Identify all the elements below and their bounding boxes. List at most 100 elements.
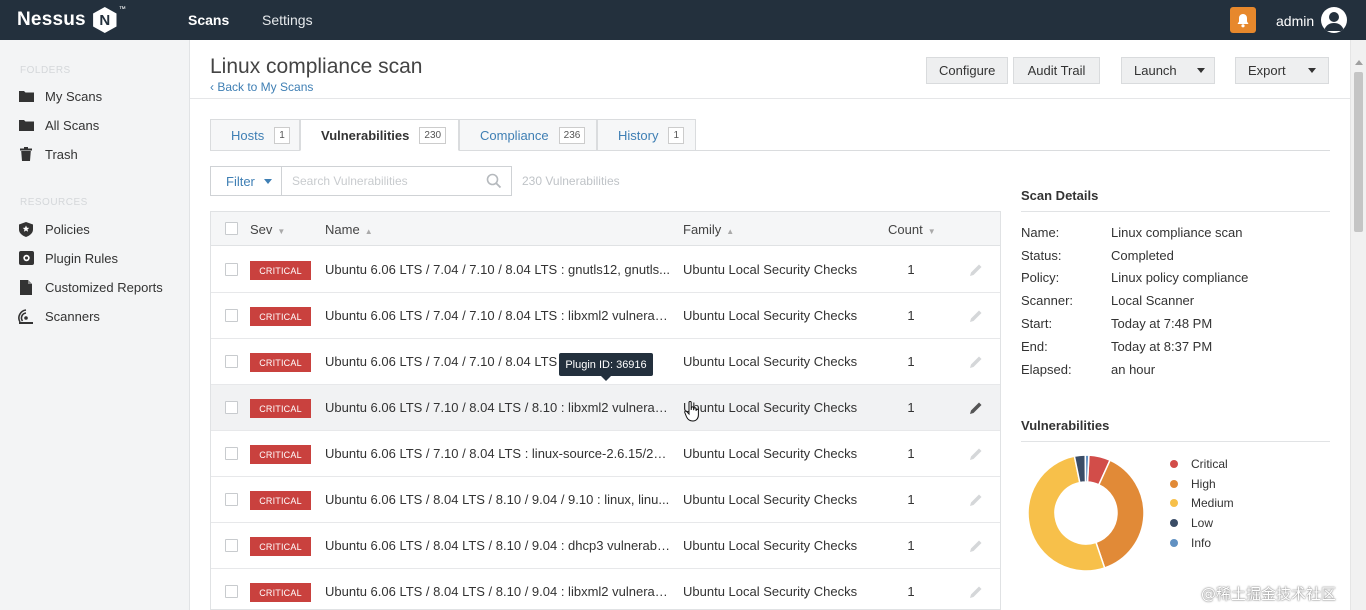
- severity-badge: CRITICAL: [250, 353, 311, 372]
- row-checkbox[interactable]: [225, 309, 238, 322]
- severity-badge: CRITICAL: [250, 261, 311, 280]
- tab-count-badge: 230: [419, 126, 447, 144]
- select-all-checkbox[interactable]: [225, 222, 238, 235]
- pencil-icon[interactable]: [968, 538, 984, 554]
- nav-scans[interactable]: Scans: [188, 12, 229, 28]
- legend-item-low[interactable]: Low: [1170, 515, 1213, 531]
- sidebar-item-all-scans[interactable]: All Scans: [18, 114, 99, 136]
- vulnerability-name[interactable]: Ubuntu 6.06 LTS / 8.04 LTS / 8.10 / 9.04…: [325, 492, 670, 507]
- row-checkbox[interactable]: [225, 401, 238, 414]
- vulnerability-count-cell: 1: [907, 308, 915, 323]
- detail-label: Status:: [1021, 248, 1062, 263]
- row-checkbox[interactable]: [225, 447, 238, 460]
- vulnerability-family: Ubuntu Local Security Checks: [683, 262, 858, 277]
- table-row[interactable]: CRITICAL Ubuntu 6.06 LTS / 7.10 / 8.04 L…: [211, 385, 1000, 431]
- audit-trail-button[interactable]: Audit Trail: [1013, 57, 1100, 84]
- trash-icon: [18, 146, 34, 162]
- table-row[interactable]: CRITICAL Ubuntu 6.06 LTS / 7.04 / 7.10 /…: [211, 293, 1000, 339]
- hand-cursor-icon: [684, 400, 702, 424]
- tab-hosts[interactable]: Hosts 1: [210, 119, 300, 151]
- row-checkbox[interactable]: [225, 585, 238, 598]
- vulnerability-name[interactable]: Ubuntu 6.06 LTS / 8.04 LTS / 8.10 / 9.04…: [325, 538, 670, 553]
- sidebar-item-plugin-rules[interactable]: Plugin Rules: [18, 247, 118, 269]
- donut-segment-info[interactable]: [1084, 454, 1090, 483]
- user-avatar-icon[interactable]: [1321, 7, 1347, 33]
- pencil-icon[interactable]: [968, 354, 984, 370]
- back-to-my-scans-link[interactable]: ‹ Back to My Scans: [210, 80, 313, 94]
- table-row[interactable]: CRITICAL Ubuntu 6.06 LTS / 7.04 / 7.10 /…: [211, 247, 1000, 293]
- header-divider: [190, 98, 1350, 99]
- donut-segment-high[interactable]: [1095, 459, 1145, 569]
- sidebar-item-customized-reports[interactable]: Customized Reports: [18, 276, 163, 298]
- notifications-bell-icon[interactable]: [1230, 7, 1256, 33]
- configure-button-label: Configure: [939, 63, 996, 78]
- detail-value-policy: Linux policy compliance: [1111, 270, 1249, 285]
- user-name[interactable]: admin: [1276, 13, 1314, 29]
- row-checkbox[interactable]: [225, 263, 238, 276]
- column-header-name[interactable]: Name ▲: [325, 222, 373, 237]
- vulnerability-name[interactable]: Ubuntu 6.06 LTS / 7.04 / 7.10 / 8.04 LTS…: [325, 262, 670, 277]
- search-icon[interactable]: [486, 173, 502, 189]
- pencil-icon[interactable]: [968, 262, 984, 278]
- scanner-icon: [18, 308, 34, 324]
- tab-history[interactable]: History 1: [597, 119, 696, 151]
- legend-item-medium[interactable]: Medium: [1170, 495, 1234, 511]
- configure-button[interactable]: Configure: [926, 57, 1009, 84]
- table-row[interactable]: CRITICAL Ubuntu 6.06 LTS / 8.04 LTS / 8.…: [211, 523, 1000, 569]
- pencil-icon[interactable]: [968, 584, 984, 600]
- row-checkbox[interactable]: [225, 493, 238, 506]
- table-row[interactable]: CRITICAL Ubuntu 6.06 LTS / 8.04 LTS / 8.…: [211, 477, 1000, 523]
- vulnerability-name[interactable]: Ubuntu 6.06 LTS / 7.04 / 7.10 / 8.04 LTS…: [325, 308, 670, 323]
- sidebar-item-policies[interactable]: Policies: [18, 218, 90, 240]
- folders-heading: FOLDERS: [20, 65, 71, 76]
- search-vulnerabilities-input[interactable]: [281, 166, 512, 196]
- column-label: Name: [325, 222, 360, 237]
- legend-item-info[interactable]: Info: [1170, 535, 1211, 551]
- pencil-icon[interactable]: [968, 446, 984, 462]
- vulnerability-name[interactable]: Ubuntu 6.06 LTS / 7.10 / 8.04 LTS / 8.10…: [325, 400, 670, 415]
- column-header-count[interactable]: Count ▼: [888, 222, 936, 237]
- vulnerability-count-cell: 1: [907, 584, 915, 599]
- pencil-icon[interactable]: [968, 492, 984, 508]
- pencil-icon[interactable]: [968, 400, 984, 416]
- vulnerabilities-table: Sev ▼ Name ▲ Family ▲ Count ▼ CRITICAL Ubunt…: [210, 211, 1001, 610]
- row-checkbox[interactable]: [225, 355, 238, 368]
- row-checkbox[interactable]: [225, 539, 238, 552]
- legend-item-critical[interactable]: Critical: [1170, 456, 1228, 472]
- detail-value-scanner: Local Scanner: [1111, 293, 1195, 308]
- scroll-up-arrow-icon[interactable]: [1355, 60, 1363, 65]
- nav-settings[interactable]: Settings: [262, 12, 313, 28]
- severity-badge: CRITICAL: [250, 445, 311, 464]
- vulnerabilities-donut-chart[interactable]: [1027, 454, 1145, 572]
- filter-dropdown[interactable]: Filter: [210, 166, 282, 196]
- table-row[interactable]: CRITICAL Ubuntu 6.06 LTS / 7.10 / 8.04 L…: [211, 431, 1000, 477]
- sidebar-item-scanners[interactable]: Scanners: [18, 305, 100, 327]
- page-scrollbar[interactable]: [1350, 40, 1366, 610]
- sort-desc-icon: ▼: [927, 227, 936, 236]
- sidebar-item-trash[interactable]: Trash: [18, 143, 78, 165]
- folder-icon: [18, 117, 34, 133]
- detail-label: Scanner:: [1021, 293, 1074, 308]
- column-header-family[interactable]: Family ▲: [683, 222, 734, 237]
- logo-text: Nessus: [17, 9, 86, 30]
- column-header-sev[interactable]: Sev ▼: [250, 222, 285, 237]
- export-button[interactable]: Export: [1235, 57, 1329, 84]
- vulnerability-name[interactable]: Ubuntu 6.06 LTS / 7.10 / 8.04 LTS : linu…: [325, 446, 670, 461]
- column-label: Family: [683, 222, 722, 237]
- vulnerability-name[interactable]: Ubuntu 6.06 LTS / 8.04 LTS / 8.10 / 9.04…: [325, 584, 670, 599]
- sidebar-item-label: Trash: [45, 146, 78, 162]
- plugin-rules-icon: [18, 250, 34, 266]
- legend-dot-icon: [1170, 460, 1178, 468]
- pencil-icon[interactable]: [968, 308, 984, 324]
- tab-vulnerabilities[interactable]: Vulnerabilities 230: [300, 119, 459, 151]
- sidebar-item-my-scans[interactable]: My Scans: [18, 85, 102, 107]
- table-row[interactable]: CRITICAL Ubuntu 6.06 LTS / 8.04 LTS / 8.…: [211, 569, 1000, 609]
- nessus-logo[interactable]: Nessus N ™: [17, 6, 126, 34]
- scrollbar-thumb[interactable]: [1354, 72, 1363, 232]
- vulnerability-count-cell: 1: [907, 538, 915, 553]
- tab-compliance[interactable]: Compliance 236: [459, 119, 597, 151]
- launch-button[interactable]: Launch: [1121, 57, 1215, 84]
- legend-item-high[interactable]: High: [1170, 476, 1216, 492]
- detail-value-name: Linux compliance scan: [1111, 225, 1243, 240]
- logo-trademark: ™: [118, 6, 126, 13]
